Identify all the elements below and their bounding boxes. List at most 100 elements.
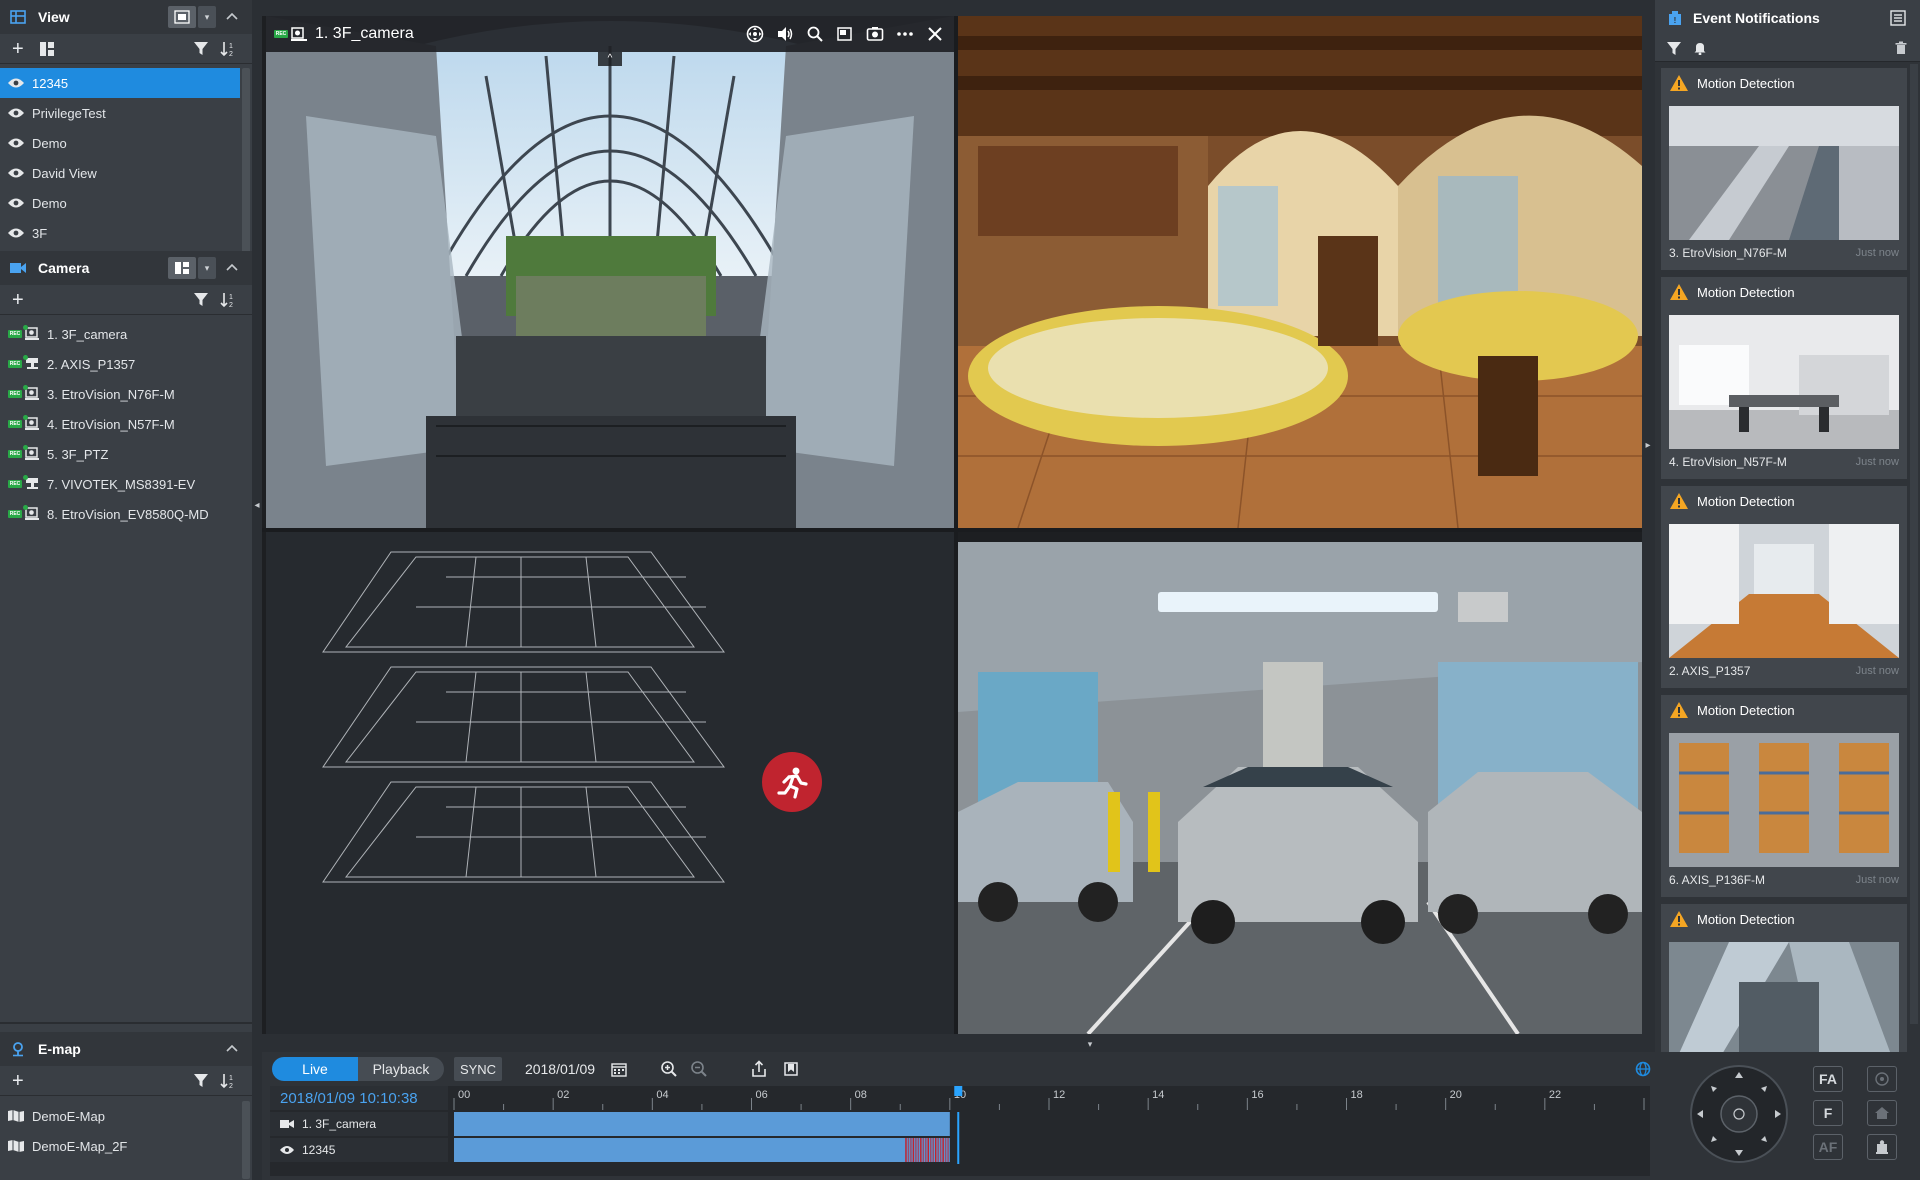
grid-divider-horizontal[interactable]: [262, 528, 1642, 532]
bookmark-icon[interactable]: [778, 1057, 804, 1081]
chevron-up-icon[interactable]: [224, 1040, 240, 1056]
timeline-recording-bar[interactable]: [454, 1112, 950, 1136]
calendar-icon[interactable]: [606, 1057, 632, 1081]
globe-icon[interactable]: [1630, 1057, 1656, 1081]
view-list-item[interactable]: Demo: [0, 128, 240, 158]
emap-view-tile[interactable]: [266, 532, 954, 1034]
add-emap-button[interactable]: +: [12, 1071, 24, 1091]
motion-alert-icon[interactable]: [762, 752, 822, 812]
sort-icon[interactable]: 12: [220, 292, 238, 309]
emap-list-scrollbar[interactable]: [242, 1101, 250, 1179]
event-card[interactable]: Motion Detection 6. AXIS_P136F-M Just now: [1661, 695, 1907, 897]
view-layout-dropdown[interactable]: ▾: [198, 6, 216, 28]
add-view-button[interactable]: +: [12, 39, 24, 59]
camera-list-item[interactable]: REC 2. AXIS_P1357: [0, 349, 240, 379]
rec-badge: REC: [8, 450, 22, 458]
event-card[interactable]: Motion Detection 4. EtroVision_N57F-M Just…: [1661, 277, 1907, 479]
timeline-cursor-handle[interactable]: [954, 1086, 963, 1096]
view-list-item[interactable]: PrivilegeTest: [0, 98, 240, 128]
view-layout-icon[interactable]: [40, 42, 54, 56]
ptz-icon[interactable]: [744, 23, 766, 45]
sort-icon[interactable]: 12: [220, 1073, 238, 1090]
emap-section-header[interactable]: E-map: [0, 1032, 252, 1066]
preset-icon[interactable]: [1867, 1066, 1897, 1092]
camera-layout-button[interactable]: [168, 257, 196, 279]
filter-icon[interactable]: [194, 42, 208, 56]
more-icon[interactable]: [894, 23, 916, 45]
focus-auto-button[interactable]: FA: [1813, 1066, 1843, 1092]
view-list-item[interactable]: Demo: [0, 188, 240, 218]
speaker-icon[interactable]: [774, 23, 796, 45]
timeline-ruler[interactable]: 000204060810121416182022: [448, 1086, 1650, 1110]
event-thumbnail[interactable]: [1669, 524, 1899, 658]
filter-icon[interactable]: [194, 1074, 208, 1088]
pip-icon[interactable]: [834, 23, 856, 45]
sync-button[interactable]: SYNC: [454, 1057, 502, 1081]
chevron-up-icon[interactable]: [224, 259, 240, 275]
live-button[interactable]: Live: [272, 1057, 358, 1081]
chevron-up-icon[interactable]: [224, 8, 240, 24]
ptz-camera-icon: [23, 475, 41, 491]
filter-icon[interactable]: [194, 293, 208, 307]
event-card[interactable]: Motion Detection 2. AXIS_P1357 Just now: [1661, 486, 1907, 688]
view-list-item[interactable]: 3F: [0, 218, 240, 248]
timeline-recording-bars[interactable]: [448, 1112, 1650, 1164]
list-view-icon[interactable]: [1886, 8, 1910, 28]
view-list-item[interactable]: David View: [0, 158, 240, 188]
view-grid-icon: [10, 9, 26, 25]
close-icon[interactable]: [924, 23, 946, 45]
event-thumbnail[interactable]: [1669, 315, 1899, 449]
timeline-track[interactable]: 2018/01/09 10:10:38 00020406081012141618…: [270, 1086, 1650, 1176]
camera-list-item[interactable]: REC 3. EtroVision_N76F-M: [0, 379, 240, 409]
ptz-joystick[interactable]: [1689, 1064, 1789, 1164]
autofocus-button[interactable]: AF: [1813, 1134, 1843, 1160]
grid-divider-vertical[interactable]: [954, 16, 958, 1034]
collapse-left-panel-handle[interactable]: ◂: [252, 490, 262, 520]
playback-button[interactable]: Playback: [358, 1057, 444, 1081]
camera-list-item[interactable]: REC 1. 3F_camera: [0, 319, 240, 349]
event-thumbnail[interactable]: [1669, 733, 1899, 867]
collapse-toolbar-tab[interactable]: ^: [598, 52, 622, 66]
atrium-camera-tile[interactable]: REC 1. 3F_camera ^: [266, 16, 954, 528]
add-camera-button[interactable]: +: [12, 290, 24, 310]
bell-icon[interactable]: [1693, 41, 1707, 56]
collapse-timeline-handle[interactable]: ▾: [1070, 1038, 1110, 1050]
camera-item-label: 1. 3F_camera: [47, 326, 128, 342]
svg-text:1: 1: [229, 1075, 233, 1082]
event-card[interactable]: Motion Detection 3. EtroVision_N76F-M Just…: [1661, 68, 1907, 270]
collapse-right-panel-handle[interactable]: ▸: [1642, 430, 1654, 460]
camera-list-item[interactable]: REC 5. 3F_PTZ: [0, 439, 240, 469]
snapshot-icon[interactable]: [864, 23, 886, 45]
view-list-scrollbar[interactable]: [242, 68, 250, 253]
emap-list-item[interactable]: DemoE-Map_2F: [0, 1131, 240, 1161]
restaurant-camera-tile[interactable]: [958, 16, 1642, 528]
rec-badge: REC: [8, 420, 22, 428]
view-section-header[interactable]: View ▾: [0, 0, 252, 34]
focus-button[interactable]: F: [1813, 1100, 1843, 1126]
home-icon[interactable]: [1867, 1100, 1897, 1126]
patrol-icon[interactable]: [1867, 1134, 1897, 1160]
zoom-out-icon[interactable]: [686, 1057, 712, 1081]
camera-list-item[interactable]: REC 4. EtroVision_N57F-M: [0, 409, 240, 439]
event-list-scrollbar[interactable]: [1910, 64, 1918, 1024]
timeline-recording-bar[interactable]: [454, 1138, 950, 1162]
emap-list-item[interactable]: DemoE-Map: [0, 1101, 240, 1131]
camera-layout-dropdown[interactable]: ▾: [198, 257, 216, 279]
view-item-label: 3F: [32, 225, 48, 241]
camera-section-header[interactable]: Camera ▾: [0, 251, 252, 285]
sort-icon[interactable]: 12: [220, 41, 238, 58]
camera-list-item[interactable]: REC 8. EtroVision_EV8580Q-MD: [0, 499, 240, 529]
view-layout-button[interactable]: [168, 6, 196, 28]
parking-camera-tile[interactable]: [958, 542, 1642, 1034]
export-icon[interactable]: [746, 1057, 772, 1081]
trash-icon[interactable]: [1894, 41, 1908, 55]
date-field[interactable]: 2018/01/09: [510, 1057, 610, 1081]
zoom-icon[interactable]: [804, 23, 826, 45]
filter-icon[interactable]: [1667, 42, 1681, 56]
view-list-item[interactable]: 12345: [0, 68, 240, 98]
zoom-in-icon[interactable]: [656, 1057, 682, 1081]
event-thumbnail[interactable]: [1669, 106, 1899, 240]
timeline-event-marker: [944, 1138, 947, 1162]
emap-item-label: DemoE-Map: [32, 1108, 105, 1124]
camera-list-item[interactable]: REC 7. VIVOTEK_MS8391-EV: [0, 469, 240, 499]
